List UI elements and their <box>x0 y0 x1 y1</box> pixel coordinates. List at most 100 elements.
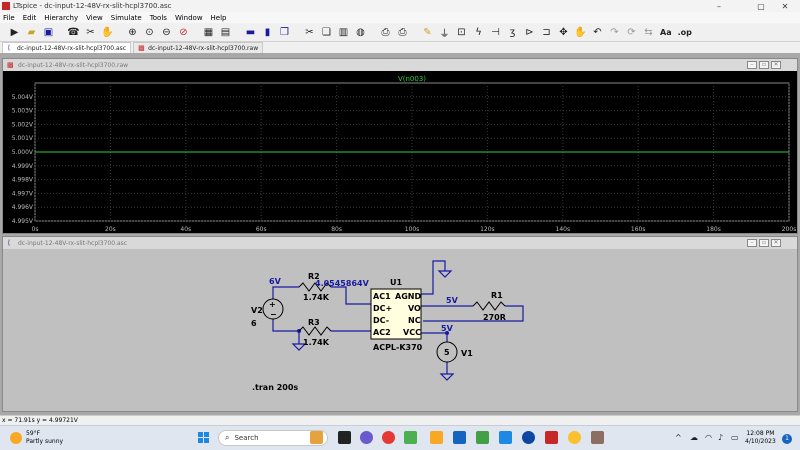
ltspice-taskbar-icon[interactable] <box>545 431 558 444</box>
slack-icon[interactable] <box>404 431 417 444</box>
undo-icon[interactable]: ↶ <box>590 25 605 40</box>
waveform-minimize-button[interactable]: – <box>747 61 757 69</box>
zoom-in-icon[interactable]: ⊕ <box>125 25 140 40</box>
menu-window[interactable]: Window <box>175 14 203 22</box>
task-view-icon[interactable] <box>338 431 351 444</box>
spice-directive-text[interactable]: .tran 200s <box>252 383 298 392</box>
vscode-icon[interactable] <box>499 431 512 444</box>
file-explorer-icon[interactable] <box>430 431 443 444</box>
zoom-pan-icon[interactable]: ⊙ <box>142 25 157 40</box>
plot-pane[interactable]: V(n003) 0s 20s 40s 60s 80s 100s 120s 140s 160s 180… <box>3 71 797 233</box>
redo-icon[interactable]: ↷ <box>607 25 622 40</box>
zoom-cancel-icon[interactable]: ⊘ <box>176 25 191 40</box>
clock-time: 12:08 PM <box>746 430 775 437</box>
x-tick-label: 0s <box>32 226 39 233</box>
weather-widget[interactable]: 59°F Partly sunny <box>10 430 63 446</box>
menu-simulate[interactable]: Simulate <box>111 14 142 22</box>
cascade-icon[interactable]: ❐ <box>277 25 292 40</box>
capacitor-icon[interactable]: ⊣ <box>488 25 503 40</box>
rotate-icon[interactable]: ⟳ <box>624 25 639 40</box>
battery-icon[interactable]: ▭ <box>731 433 739 442</box>
maps-icon[interactable] <box>522 431 535 444</box>
print-setup-icon[interactable]: ⎙ <box>378 25 393 40</box>
menu-hierarchy[interactable]: Hierarchy <box>44 14 78 22</box>
menu-edit[interactable]: Edit <box>23 14 37 22</box>
label-vcc-node: 5V <box>441 324 454 333</box>
find-icon[interactable]: ◍ <box>353 25 368 40</box>
x-tick-label: 120s <box>480 226 495 233</box>
tray-chevron-icon[interactable]: ^ <box>675 433 682 442</box>
drag-icon[interactable]: ✋ <box>573 25 588 40</box>
draw-wire-icon[interactable]: ✎ <box>420 25 435 40</box>
diode-icon[interactable]: ⊳ <box>522 25 537 40</box>
save-icon[interactable]: ▣ <box>41 25 56 40</box>
schematic-restore-button[interactable]: ▫ <box>759 239 769 247</box>
waveform-window[interactable]: ▩ dc-input-12-48V-rx-slit-hcpl3700.raw –… <box>2 58 798 234</box>
open-icon[interactable]: ▰ <box>24 25 39 40</box>
wire-v2-r2 <box>272 286 299 299</box>
cloud-icon[interactable]: ☁ <box>690 433 698 442</box>
pan-icon[interactable]: ✋ <box>100 25 115 40</box>
mirror-icon[interactable]: ⇆ <box>641 25 656 40</box>
app-icon-green[interactable] <box>476 431 489 444</box>
paste-icon[interactable]: ▥ <box>336 25 351 40</box>
menu-file[interactable]: File <box>3 14 15 22</box>
volume-icon[interactable]: ♪ <box>718 433 723 442</box>
chrome-alt-icon[interactable] <box>568 431 581 444</box>
schematic-close-button[interactable]: ✕ <box>771 239 781 247</box>
resistor-r3[interactable] <box>298 326 332 336</box>
run-icon[interactable]: ▶ <box>7 25 22 40</box>
schematic-window-titlebar[interactable]: ᛕ dc-input-12-48V-rx-slit-hcpl3700.asc –… <box>3 237 797 249</box>
print-icon[interactable]: ⎙ <box>395 25 410 40</box>
label-pin-ac2: AC2 <box>373 328 391 337</box>
menu-view[interactable]: View <box>86 14 103 22</box>
close-button[interactable]: ✕ <box>770 0 800 12</box>
windows-start-icon[interactable] <box>198 432 210 444</box>
schematic-minimize-button[interactable]: – <box>747 239 757 247</box>
tile-vertical-icon[interactable]: ▮ <box>260 25 275 40</box>
wifi-icon[interactable]: ◠ <box>705 433 712 442</box>
resistor-icon[interactable]: ϟ <box>471 25 486 40</box>
y-tick-label: 5.001V <box>12 135 34 142</box>
waveform-plot[interactable]: V(n003) 0s 20s 40s 60s 80s 100s 120s 140s 160s 180… <box>3 71 797 233</box>
system-clock[interactable]: 12:08 PM 4/10/2023 <box>745 430 776 446</box>
schematic-window[interactable]: ᛕ dc-input-12-48V-rx-slit-hcpl3700.asc –… <box>2 236 798 412</box>
halt-icon[interactable]: ✂ <box>83 25 98 40</box>
waveform-close-button[interactable]: ✕ <box>771 61 781 69</box>
waveform-window-titlebar[interactable]: ▩ dc-input-12-48V-rx-slit-hcpl3700.raw –… <box>3 59 797 71</box>
move-icon[interactable]: ✥ <box>556 25 571 40</box>
notification-badge[interactable]: 1 <box>782 434 792 444</box>
component-icon[interactable]: ⊐ <box>539 25 554 40</box>
fit-icon[interactable]: ▤ <box>218 25 233 40</box>
status-bar: x = 71.91s y = 4.99721V <box>0 415 800 425</box>
control-panel-icon[interactable]: ☎ <box>66 25 81 40</box>
app-icon-misc[interactable] <box>591 431 604 444</box>
tab-schematic[interactable]: ᛕ dc-input-12-48V-rx-slit-hcpl3700.asc <box>2 42 132 53</box>
chrome-icon[interactable] <box>382 431 395 444</box>
menu-help[interactable]: Help <box>211 14 227 22</box>
resistor-r1[interactable] <box>472 301 506 311</box>
tile-horizontal-icon[interactable]: ▬ <box>243 25 258 40</box>
wire-v2-r3 <box>272 319 299 332</box>
label-icon[interactable]: ⊡ <box>454 25 469 40</box>
v2-minus-sign: − <box>270 310 277 319</box>
autorange-icon[interactable]: ▦ <box>201 25 216 40</box>
spice-directive-icon[interactable]: .op <box>676 25 694 40</box>
waveform-restore-button[interactable]: ▫ <box>759 61 769 69</box>
menu-tools[interactable]: Tools <box>150 14 167 22</box>
chat-icon[interactable] <box>360 431 373 444</box>
minimize-button[interactable]: – <box>704 0 734 12</box>
zoom-out-icon[interactable]: ⊖ <box>159 25 174 40</box>
label-r2-value: 1.74K <box>303 293 330 302</box>
inductor-icon[interactable]: ʒ <box>505 25 520 40</box>
widget-icon[interactable] <box>310 431 323 444</box>
schematic-canvas[interactable]: + − 5 6V R2 1.74K 4.0545864V U1 AC1 DC+ … <box>3 249 797 411</box>
schematic-drawing[interactable]: + − 5 6V R2 1.74K 4.0545864V U1 AC1 DC+ … <box>3 249 797 411</box>
cut-icon[interactable]: ✂ <box>302 25 317 40</box>
text-icon[interactable]: Aa <box>658 25 674 40</box>
copy-icon[interactable]: ❏ <box>319 25 334 40</box>
tab-waveform[interactable]: ▩ dc-input-12-48V-rx-slit-hcpl3700.raw <box>133 42 264 53</box>
store-icon[interactable] <box>453 431 466 444</box>
window-title: LTspice - dc-input-12-48V-rx-slit-hcpl37… <box>13 2 172 10</box>
ground-icon[interactable]: ⏚ <box>437 25 452 40</box>
